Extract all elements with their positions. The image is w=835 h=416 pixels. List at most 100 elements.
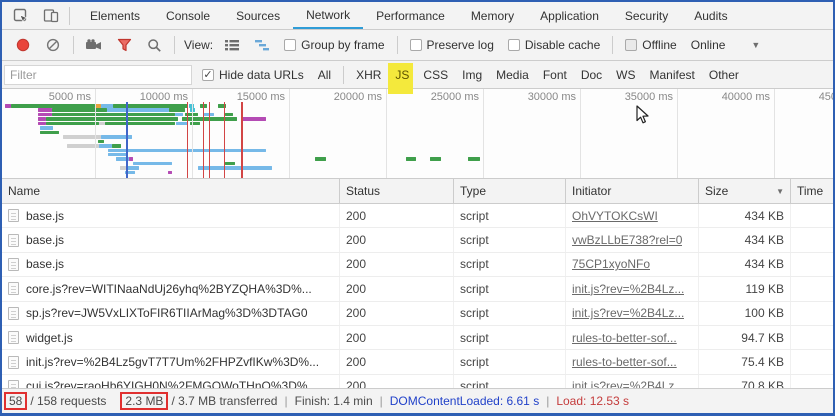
timeline-tick-label: 5000 ms — [37, 91, 91, 103]
timeline-tick-label: 40000 ms — [716, 91, 770, 103]
table-row[interactable]: init.js?rev=%2B4Lz5gvT7T7Um%2FHPZvfIKw%3… — [2, 350, 833, 374]
waterfall-bar — [52, 108, 106, 112]
cell-status: 200 — [340, 204, 454, 227]
tab-memory[interactable]: Memory — [458, 2, 527, 29]
initiator-link[interactable]: init.js?rev=%2B4Lz... — [572, 306, 684, 320]
sort-desc-icon: ▼ — [776, 187, 784, 196]
filter-type-xhr[interactable]: XHR — [350, 66, 387, 84]
tab-audits[interactable]: Audits — [681, 2, 740, 29]
waterfall-bar — [108, 153, 127, 157]
column-header-initiator[interactable]: Initiator — [566, 179, 699, 203]
request-name: core.js?rev=WITINaaNdUj26yhq%2BYZQHA%3D%… — [26, 282, 312, 296]
initiator-link[interactable]: init.js?rev=%2B4Lz... — [572, 282, 684, 296]
load-event-line — [209, 102, 210, 178]
tab-network[interactable]: Network — [293, 2, 363, 29]
filter-type-js[interactable]: JS — [389, 66, 415, 84]
waterfall-bar — [133, 162, 172, 166]
checkbox-disabled[interactable] — [625, 39, 637, 51]
filter-type-img[interactable]: Img — [456, 66, 488, 84]
cell-name: widget.js — [2, 326, 340, 349]
filter-type-ws[interactable]: WS — [610, 66, 641, 84]
timeline-gridline — [192, 89, 193, 178]
group-by-frame-checkbox[interactable]: Group by frame — [284, 38, 384, 52]
cell-size: 94.7 KB — [699, 326, 791, 349]
cell-status: 200 — [340, 326, 454, 349]
checkbox-unchecked[interactable] — [410, 39, 422, 51]
filter-type-manifest[interactable]: Manifest — [644, 66, 701, 84]
initiator-link[interactable]: vwBzLLbE738?rel=0 — [572, 233, 682, 247]
divider — [397, 36, 398, 54]
table-row[interactable]: base.js200scriptOhVYTOKCsWI434 KB — [2, 204, 833, 228]
timeline-tick-label: 20000 ms — [328, 91, 382, 103]
tab-sources[interactable]: Sources — [223, 2, 293, 29]
cell-initiator: init.js?rev=%2B4Lz... — [566, 302, 699, 325]
filter-type-all[interactable]: All — [312, 66, 337, 84]
waterfall-bar — [468, 157, 480, 161]
request-name: base.js — [26, 233, 64, 247]
devtools-window: ElementsConsoleSourcesNetworkPerformance… — [0, 0, 835, 416]
checkbox-checked[interactable]: ✓ — [202, 69, 214, 81]
transferred-annotation: 2.3 MB — [120, 392, 168, 410]
table-row[interactable]: sp.js?rev=JW5VxLIXToFIR6TIIArMag%3D%3DTA… — [2, 302, 833, 326]
preserve-log-checkbox[interactable]: Preserve log — [410, 38, 494, 52]
column-header-name[interactable]: Name — [2, 179, 340, 203]
waterfall-bar — [105, 122, 175, 126]
tab-elements[interactable]: Elements — [77, 2, 153, 29]
cell-type: script — [454, 253, 566, 276]
cell-type: script — [454, 302, 566, 325]
initiator-link[interactable]: 75CP1xyoNFo — [572, 257, 650, 271]
summary-bar: 58 / 158 requests 2.3 MB / 3.7 MB transf… — [2, 388, 833, 413]
table-row[interactable]: base.js200scriptvwBzLLbE738?rel=0434 KB — [2, 228, 833, 252]
cell-time — [791, 228, 833, 251]
search-icon[interactable] — [142, 33, 166, 57]
tab-security[interactable]: Security — [612, 2, 681, 29]
transferred-selected: 2.3 MB — [125, 394, 163, 408]
filter-type-doc[interactable]: Doc — [575, 66, 608, 84]
waterfall-view-icon[interactable] — [250, 33, 274, 57]
checkbox-unchecked[interactable] — [508, 39, 520, 51]
table-row[interactable]: core.js?rev=WITINaaNdUj26yhq%2BYZQHA%3D%… — [2, 277, 833, 301]
column-header-type[interactable]: Type — [454, 179, 566, 203]
capture-screenshots-icon[interactable] — [82, 33, 106, 57]
cell-time — [791, 350, 833, 373]
filter-funnel-icon[interactable] — [112, 33, 136, 57]
initiator-link[interactable]: OhVYTOKCsWI — [572, 209, 658, 223]
tab-console[interactable]: Console — [153, 2, 223, 29]
dcl-event-line — [126, 102, 128, 178]
timeline-tick-label: 15000 ms — [231, 91, 285, 103]
filter-type-font[interactable]: Font — [537, 66, 573, 84]
list-view-icon[interactable] — [220, 33, 244, 57]
initiator-link[interactable]: rules-to-better-sof... — [572, 355, 677, 369]
clear-button[interactable] — [41, 33, 65, 57]
device-toolbar-icon[interactable] — [38, 5, 64, 27]
disable-cache-checkbox[interactable]: Disable cache — [508, 38, 600, 52]
offline-checkbox[interactable]: Offline — [625, 38, 676, 52]
filter-type-css[interactable]: CSS — [417, 66, 454, 84]
filter-type-media[interactable]: Media — [490, 66, 535, 84]
filter-input[interactable] — [4, 65, 192, 85]
waterfall-bar — [40, 126, 54, 130]
inspect-element-icon[interactable] — [8, 5, 34, 27]
filter-type-other[interactable]: Other — [703, 66, 745, 84]
record-button[interactable] — [11, 33, 35, 57]
tab-performance[interactable]: Performance — [363, 2, 458, 29]
column-header-status[interactable]: Status — [340, 179, 454, 203]
waterfall-bar — [38, 113, 53, 117]
checkbox-unchecked[interactable] — [284, 39, 296, 51]
cell-initiator: vwBzLLbE738?rel=0 — [566, 228, 699, 251]
tab-application[interactable]: Application — [527, 2, 612, 29]
throttling-dropdown[interactable]: Online ▼ — [691, 38, 761, 52]
table-row[interactable]: widget.js200scriptrules-to-better-sof...… — [2, 326, 833, 350]
hide-data-urls-checkbox[interactable]: ✓ Hide data URLs — [202, 68, 304, 82]
initiator-link[interactable]: rules-to-better-sof... — [572, 331, 677, 345]
column-header-size[interactable]: Size▼ — [699, 179, 791, 203]
column-header-time[interactable]: Time — [791, 179, 833, 203]
timeline-tick-label: 30000 ms — [522, 91, 576, 103]
waterfall-bar — [101, 104, 114, 108]
table-row[interactable]: base.js200script75CP1xyoNFo434 KB — [2, 253, 833, 277]
timeline-tick-label: 10000 ms — [134, 91, 188, 103]
filter-bar: ✓ Hide data URLs All XHRJSCSSImgMediaFont… — [2, 61, 833, 89]
network-overview[interactable]: 5000 ms10000 ms15000 ms20000 ms25000 ms3… — [2, 89, 833, 179]
offline-label: Offline — [642, 38, 676, 52]
cell-status: 200 — [340, 350, 454, 373]
